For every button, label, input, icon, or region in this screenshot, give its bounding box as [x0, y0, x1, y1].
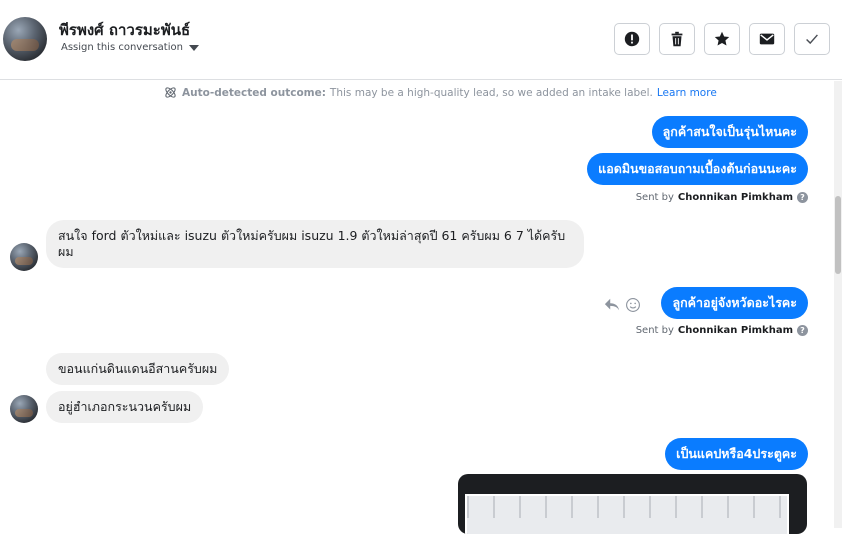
sent-by-name[interactable]: Chonnikan Pimkham — [678, 192, 793, 203]
help-icon[interactable]: ? — [797, 192, 808, 203]
outgoing-message[interactable]: เป็นแคปหรือ4ประตูคะ — [665, 438, 808, 470]
learn-more-link[interactable]: Learn more — [657, 87, 717, 99]
outgoing-message[interactable]: แอดมินขอสอบถามเบื้องต้นก่อนนะคะ — [587, 153, 808, 185]
reply-icon[interactable] — [603, 297, 621, 317]
assign-conversation-dropdown[interactable]: Assign this conversation — [61, 42, 199, 53]
notice-text: This may be a high-quality lead, so we a… — [329, 86, 653, 99]
sent-by-prefix: Sent by — [635, 325, 674, 336]
image-attachment[interactable] — [458, 474, 807, 534]
incoming-message[interactable]: อยู่ฮำเภอกระนวนครับผม — [46, 391, 204, 423]
mark-done-button[interactable] — [794, 23, 830, 55]
conversation-header: พีรพงศ์ ถาวรมะพันธ์ Assign this conversa… — [0, 0, 842, 80]
delete-button[interactable] — [659, 23, 695, 55]
sent-by-name[interactable]: Chonnikan Pimkham — [678, 325, 793, 336]
notice-label: Auto-detected outcome: — [182, 86, 326, 99]
scrollbar-track[interactable] — [834, 81, 842, 528]
mark-spam-button[interactable] — [614, 23, 650, 55]
message-reaction-tools — [603, 297, 641, 317]
star-icon — [714, 31, 730, 46]
sent-by-prefix: Sent by — [635, 192, 674, 203]
incoming-message[interactable]: ขอนแก่นดินแดนอีสานครับผม — [46, 353, 230, 385]
auto-detected-outcome-notice: Auto-detected outcome: This may be a hig… — [163, 85, 717, 100]
contact-name[interactable]: พีรพงศ์ ถาวรมะพันธ์ — [59, 18, 190, 42]
contact-avatar-small[interactable] — [10, 395, 38, 423]
attachment-photo — [465, 494, 789, 534]
alert-icon — [624, 31, 640, 47]
contact-avatar-small[interactable] — [10, 243, 38, 271]
help-icon[interactable]: ? — [797, 325, 808, 336]
outgoing-message[interactable]: ลูกค้าสนใจเป็นรุ่นไหนคะ — [651, 116, 808, 148]
sent-by-label: Sent by Chonnikan Pimkham ? — [636, 192, 808, 203]
mark-unread-button[interactable] — [749, 23, 785, 55]
assign-label: Assign this conversation — [61, 42, 183, 53]
emoji-reaction-icon[interactable] — [625, 297, 641, 317]
contact-avatar[interactable] — [3, 17, 47, 61]
atom-icon — [165, 87, 176, 98]
incoming-message[interactable]: สนใจ ford ตัวใหม่และ isuzu ตัวใหม่ครับผม… — [46, 220, 584, 268]
check-icon — [806, 34, 818, 45]
star-button[interactable] — [704, 23, 740, 55]
trash-icon — [671, 31, 683, 47]
sent-by-label: Sent by Chonnikan Pimkham ? — [636, 325, 808, 336]
outgoing-message[interactable]: ลูกค้าอยู่จังหวัดอะไรคะ — [661, 287, 808, 319]
header-actions — [614, 23, 830, 55]
envelope-icon — [759, 33, 775, 45]
scrollbar-thumb[interactable] — [835, 196, 841, 274]
caret-down-icon — [188, 44, 199, 51]
